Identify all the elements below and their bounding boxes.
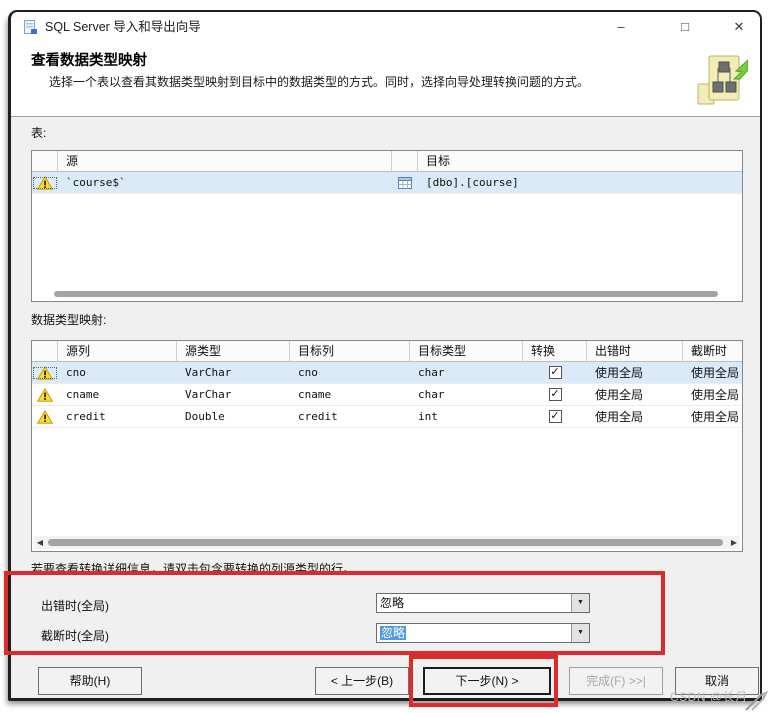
target-table-name: [dbo].[course]: [418, 176, 742, 189]
watermark-text: CSDN @长月: [670, 688, 748, 705]
on-error-cell: 使用全局: [587, 386, 683, 403]
pen-doodle-icon: [744, 690, 768, 713]
source-tables-label: 表:: [31, 124, 46, 141]
on-truncation-cell: 使用全局: [683, 386, 742, 403]
dest-col-cell: cno: [290, 366, 410, 379]
status-column-header[interactable]: [32, 151, 58, 172]
column-header-source-col[interactable]: 源列: [58, 341, 177, 362]
dest-type-cell: int: [410, 410, 523, 423]
close-button[interactable]: ✕: [717, 12, 761, 42]
convert-checkbox[interactable]: ✓: [549, 366, 562, 379]
column-header-on-truncation[interactable]: 截断时: [683, 341, 742, 362]
source-type-cell: Double: [177, 410, 290, 423]
tables-grid-hscrollbar[interactable]: [54, 291, 718, 297]
annotation-rect-next-button: [409, 655, 558, 707]
warning-icon: [32, 410, 58, 424]
warning-icon: [32, 366, 58, 380]
mapping-grid-hscrollbar[interactable]: ◀ ▶: [34, 536, 740, 549]
convert-cell: ✓: [523, 366, 587, 379]
source-col-cell: credit: [58, 410, 177, 423]
window-title: SQL Server 导入和导出向导: [45, 12, 201, 42]
minimize-button[interactable]: –: [599, 12, 643, 42]
on-error-cell: 使用全局: [587, 364, 683, 381]
finish-button: 完成(F) >>|: [569, 667, 663, 695]
page-description: 选择一个表以查看其数据类型映射到目标中的数据类型的方式。同时，选择向导处理转换问…: [49, 73, 649, 90]
column-header-convert[interactable]: 转换: [523, 341, 587, 362]
source-col-cell: cname: [58, 388, 177, 401]
tables-grid-header: 源 目标: [32, 151, 742, 172]
column-header-source[interactable]: 源: [58, 151, 392, 172]
mapping-grid-header: 源列 源类型 目标列 目标类型 转换 出错时 截断时: [32, 341, 742, 362]
annotation-rect-globals: [4, 571, 665, 655]
warning-icon: [32, 176, 58, 190]
source-table-name: `course$`: [58, 176, 392, 189]
table-row[interactable]: credit Double credit int ✓ 使用全局 使用全局: [32, 406, 742, 428]
maximize-button[interactable]: □: [663, 12, 707, 42]
on-truncation-cell: 使用全局: [683, 364, 742, 381]
source-type-cell: VarChar: [177, 366, 290, 379]
source-col-cell: cno: [58, 366, 177, 379]
back-button[interactable]: < 上一步(B): [315, 667, 409, 695]
table-row[interactable]: cno VarChar cno char ✓ 使用全局 使用全局: [32, 362, 742, 384]
table-icon: [392, 177, 418, 189]
column-header-dest-col[interactable]: 目标列: [290, 341, 410, 362]
column-header-target[interactable]: 目标: [418, 151, 742, 172]
on-truncation-cell: 使用全局: [683, 408, 742, 425]
dest-type-cell: char: [410, 388, 523, 401]
mapping-label: 数据类型映射:: [31, 311, 106, 328]
scrollbar-thumb[interactable]: [48, 539, 723, 546]
mapping-grid: 源列 源类型 目标列 目标类型 转换 出错时 截断时 cno VarChar c…: [31, 340, 743, 552]
warning-icon: [32, 388, 58, 402]
column-header-source-type[interactable]: 源类型: [177, 341, 290, 362]
on-error-cell: 使用全局: [587, 408, 683, 425]
app-icon: [22, 19, 38, 35]
source-type-cell: VarChar: [177, 388, 290, 401]
column-header-on-error[interactable]: 出错时: [587, 341, 683, 362]
help-button[interactable]: 帮助(H): [38, 667, 142, 695]
screenshot-stage: SQL Server 导入和导出向导 – □ ✕ 查看数据类型映射 选择一个表以…: [0, 0, 770, 713]
wizard-header: 查看数据类型映射 选择一个表以查看其数据类型映射到目标中的数据类型的方式。同时，…: [11, 42, 760, 117]
table-row[interactable]: `course$` [dbo].[course]: [32, 172, 742, 194]
scroll-left-icon[interactable]: ◀: [34, 536, 46, 549]
convert-checkbox[interactable]: ✓: [549, 410, 562, 423]
type-mapping-icon: [692, 52, 748, 113]
table-row[interactable]: cname VarChar cname char ✓ 使用全局 使用全局: [32, 384, 742, 406]
icon-column-header[interactable]: [392, 151, 418, 172]
dest-col-cell: credit: [290, 410, 410, 423]
convert-checkbox[interactable]: ✓: [549, 388, 562, 401]
dest-type-cell: char: [410, 366, 523, 379]
dest-col-cell: cname: [290, 388, 410, 401]
titlebar[interactable]: SQL Server 导入和导出向导 – □ ✕: [11, 12, 760, 42]
column-header-dest-type[interactable]: 目标类型: [410, 341, 523, 362]
status-column-header[interactable]: [32, 341, 58, 362]
tables-grid: 源 目标 `course$` [dbo].[course]: [31, 150, 743, 302]
scroll-right-icon[interactable]: ▶: [728, 536, 740, 549]
convert-cell: ✓: [523, 410, 587, 423]
convert-cell: ✓: [523, 388, 587, 401]
page-title: 查看数据类型映射: [31, 49, 147, 70]
